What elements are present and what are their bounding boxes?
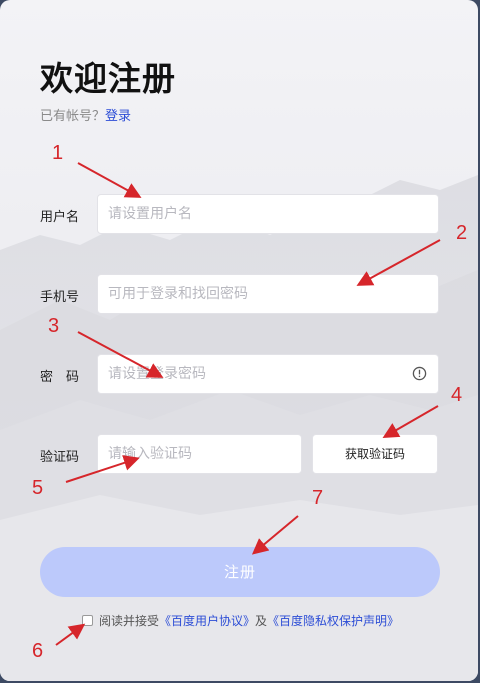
get-code-button[interactable]: 获取验证码	[312, 434, 438, 474]
password-label: 密 码	[40, 370, 80, 385]
username-input[interactable]	[97, 194, 439, 234]
login-link[interactable]: 登录	[105, 109, 131, 124]
code-input[interactable]	[97, 434, 302, 474]
annotation-3: 3	[48, 315, 60, 337]
have-account-text: 已有帐号？	[40, 109, 106, 124]
register-card: 欢迎注册 已有帐号？登录 用户名 手机号 密 码 验证码 获取验证码 注册 阅读…	[0, 0, 478, 681]
agreement-prefix: 阅读并接受	[99, 614, 160, 628]
register-button[interactable]: 注册	[40, 547, 440, 597]
agreement-and: 及	[255, 614, 268, 628]
annotation-1: 1	[52, 142, 64, 164]
page-title: 欢迎注册	[40, 59, 176, 98]
info-icon[interactable]	[412, 366, 427, 381]
annotation-7: 7	[312, 487, 324, 509]
password-input[interactable]	[97, 354, 439, 394]
agreement-row: 阅读并接受 《百度用户协议》 及 《百度隐私权保护声明》	[82, 612, 399, 629]
agreement-checkbox[interactable]	[82, 615, 93, 626]
annotation-4: 4	[451, 384, 463, 406]
annotation-2: 2	[456, 222, 468, 244]
privacy-link[interactable]: 《百度隐私权保护声明》	[267, 612, 399, 629]
login-prompt: 已有帐号？登录	[40, 105, 131, 124]
annotation-5: 5	[32, 477, 44, 499]
username-label: 用户名	[40, 210, 80, 225]
phone-label: 手机号	[40, 290, 80, 305]
code-label: 验证码	[40, 450, 80, 465]
annotation-6: 6	[32, 640, 44, 662]
user-agreement-link[interactable]: 《百度用户协议》	[159, 612, 255, 629]
phone-input[interactable]	[97, 274, 439, 314]
